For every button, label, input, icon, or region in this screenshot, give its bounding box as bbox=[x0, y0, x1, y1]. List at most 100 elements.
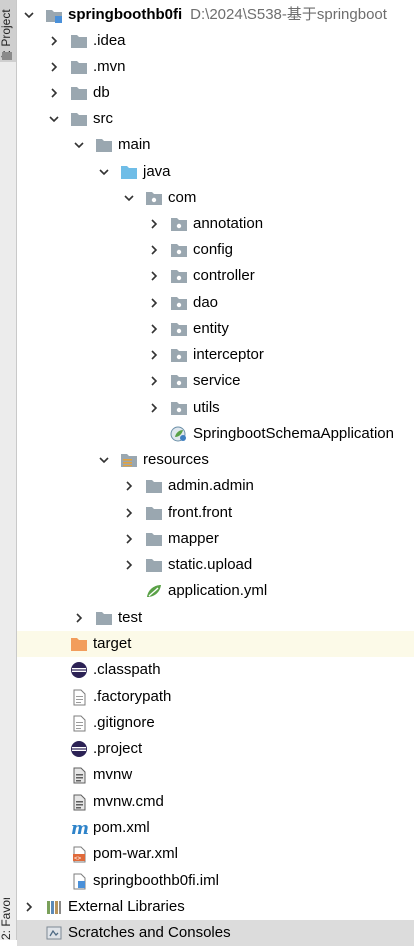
tree-item-scratches[interactable]: Scratches and Consoles bbox=[17, 920, 414, 946]
tree-item-mvnw-cmd[interactable]: mvnw.cmd bbox=[17, 789, 414, 815]
tree-item-label: db bbox=[93, 84, 110, 101]
project-tool-tab[interactable]: 1: Project bbox=[0, 0, 16, 62]
folder-icon bbox=[70, 28, 88, 54]
chevron-right-icon[interactable] bbox=[145, 342, 163, 368]
tree-item-label: SpringbootSchemaApplication bbox=[193, 425, 394, 442]
chevron-right-icon[interactable] bbox=[45, 80, 63, 106]
tree-item-controller[interactable]: controller bbox=[17, 263, 414, 289]
tree-item-test[interactable]: test bbox=[17, 605, 414, 631]
tree-item-label: main bbox=[118, 136, 151, 153]
chevron-right-icon[interactable] bbox=[120, 500, 138, 526]
folder-icon bbox=[70, 54, 88, 80]
chevron-right-icon[interactable] bbox=[45, 28, 63, 54]
tree-item-com[interactable]: com bbox=[17, 185, 414, 211]
tree-item-resources[interactable]: resources bbox=[17, 447, 414, 473]
tree-item-entity[interactable]: entity bbox=[17, 316, 414, 342]
chevron-right-icon[interactable] bbox=[145, 237, 163, 263]
chevron-right-icon[interactable] bbox=[145, 211, 163, 237]
chevron-down-icon[interactable] bbox=[95, 447, 113, 473]
package-icon bbox=[170, 211, 188, 237]
chevron-down-icon[interactable] bbox=[20, 2, 38, 28]
tree-item-label: src bbox=[93, 110, 113, 127]
folder-icon bbox=[145, 500, 163, 526]
chevron-right-icon[interactable] bbox=[145, 368, 163, 394]
chevron-down-icon[interactable] bbox=[70, 132, 88, 158]
tree-item-label: controller bbox=[193, 267, 255, 284]
tree-item-project[interactable]: .project bbox=[17, 736, 414, 762]
tree-item-classpath[interactable]: .classpath bbox=[17, 657, 414, 683]
tree-item-iml[interactable]: springboothb0fi.iml bbox=[17, 868, 414, 894]
tree-item-label: mvnw.cmd bbox=[93, 793, 164, 810]
favorites-tool-tab-label: 2: Favorites bbox=[0, 898, 13, 940]
chevron-right-icon[interactable] bbox=[45, 54, 63, 80]
chevron-right-icon[interactable] bbox=[120, 552, 138, 578]
tree-item-interceptor[interactable]: interceptor bbox=[17, 342, 414, 368]
tree-item-db[interactable]: db bbox=[17, 80, 414, 106]
tree-item-label: pom-war.xml bbox=[93, 845, 179, 862]
tree-item-src[interactable]: src bbox=[17, 106, 414, 132]
tree-item-label: test bbox=[118, 609, 143, 626]
script-file-icon bbox=[70, 789, 88, 815]
folder-icon bbox=[70, 106, 88, 132]
tree-item-label: .mvn bbox=[93, 58, 126, 75]
tree-item-java[interactable]: java bbox=[17, 159, 414, 185]
tree-item-static-upload[interactable]: static.upload bbox=[17, 552, 414, 578]
tree-item-factorypath[interactable]: .factorypath bbox=[17, 684, 414, 710]
folder-icon bbox=[70, 80, 88, 106]
tree-item-mapper[interactable]: mapper bbox=[17, 526, 414, 552]
tree-item-label: interceptor bbox=[193, 346, 264, 363]
resources-folder-icon bbox=[120, 447, 138, 473]
tree-item-external-libraries[interactable]: External Libraries bbox=[17, 894, 414, 920]
spring-boot-class-icon bbox=[170, 421, 188, 447]
package-icon bbox=[170, 237, 188, 263]
chevron-right-icon[interactable] bbox=[145, 316, 163, 342]
chevron-right-icon[interactable] bbox=[20, 894, 38, 920]
tree-item-admin[interactable]: admin.admin bbox=[17, 473, 414, 499]
module-icon bbox=[45, 2, 63, 28]
tree-item-gitignore[interactable]: .gitignore bbox=[17, 710, 414, 736]
text-file-icon bbox=[70, 684, 88, 710]
chevron-down-icon[interactable] bbox=[45, 106, 63, 132]
tree-item-service[interactable]: service bbox=[17, 368, 414, 394]
folder-icon bbox=[145, 526, 163, 552]
eclipse-file-icon bbox=[70, 736, 88, 762]
tree-item-mvn[interactable]: .mvn bbox=[17, 54, 414, 80]
project-path: D:\2024\S538-基于springboot bbox=[190, 6, 387, 23]
tree-item-app-yml[interactable]: application.yml bbox=[17, 578, 414, 604]
tree-item-label: static.upload bbox=[168, 556, 253, 573]
tree-item-label: .idea bbox=[93, 32, 126, 49]
chevron-right-icon[interactable] bbox=[145, 263, 163, 289]
tree-item-label: admin.admin bbox=[168, 477, 254, 494]
tree-item-pom-war[interactable]: <> pom-war.xml bbox=[17, 841, 414, 867]
tree-item-annotation[interactable]: annotation bbox=[17, 211, 414, 237]
tree-item-label: config bbox=[193, 241, 234, 258]
chevron-right-icon[interactable] bbox=[120, 526, 138, 552]
chevron-right-icon[interactable] bbox=[120, 473, 138, 499]
tree-item-pom[interactable]: m pom.xml bbox=[17, 815, 414, 841]
scratches-icon bbox=[45, 920, 63, 946]
tree-item-root-name[interactable]: springboothb0fi D:\2024\S538-基于springboot bbox=[17, 2, 414, 28]
tree-item-main[interactable]: main bbox=[17, 132, 414, 158]
tree-item-dao[interactable]: dao bbox=[17, 290, 414, 316]
tree-item-label: resources bbox=[143, 451, 209, 468]
chevron-down-icon[interactable] bbox=[120, 185, 138, 211]
chevron-right-icon[interactable] bbox=[70, 605, 88, 631]
tree-item-label: service bbox=[193, 372, 241, 389]
tree-item-front[interactable]: front.front bbox=[17, 500, 414, 526]
maven-icon: m bbox=[70, 815, 88, 841]
text-file-icon bbox=[70, 710, 88, 736]
tree-item-idea[interactable]: .idea bbox=[17, 28, 414, 54]
folder-icon bbox=[95, 605, 113, 631]
tree-item-config[interactable]: config bbox=[17, 237, 414, 263]
tree-item-label: dao bbox=[193, 294, 219, 311]
tree-item-app-class[interactable]: SpringbootSchemaApplication bbox=[17, 421, 414, 447]
chevron-down-icon[interactable] bbox=[95, 159, 113, 185]
tree-item-label: annotation bbox=[193, 215, 264, 232]
tree-item-mvnw[interactable]: mvnw bbox=[17, 762, 414, 788]
chevron-right-icon[interactable] bbox=[145, 290, 163, 316]
chevron-right-icon[interactable] bbox=[145, 395, 163, 421]
tree-item-target[interactable]: target bbox=[17, 631, 414, 657]
package-icon bbox=[170, 368, 188, 394]
tree-item-utils[interactable]: utils bbox=[17, 395, 414, 421]
tree-item-label: springboothb0fi D:\2024\S538-基于springboot bbox=[68, 6, 387, 23]
